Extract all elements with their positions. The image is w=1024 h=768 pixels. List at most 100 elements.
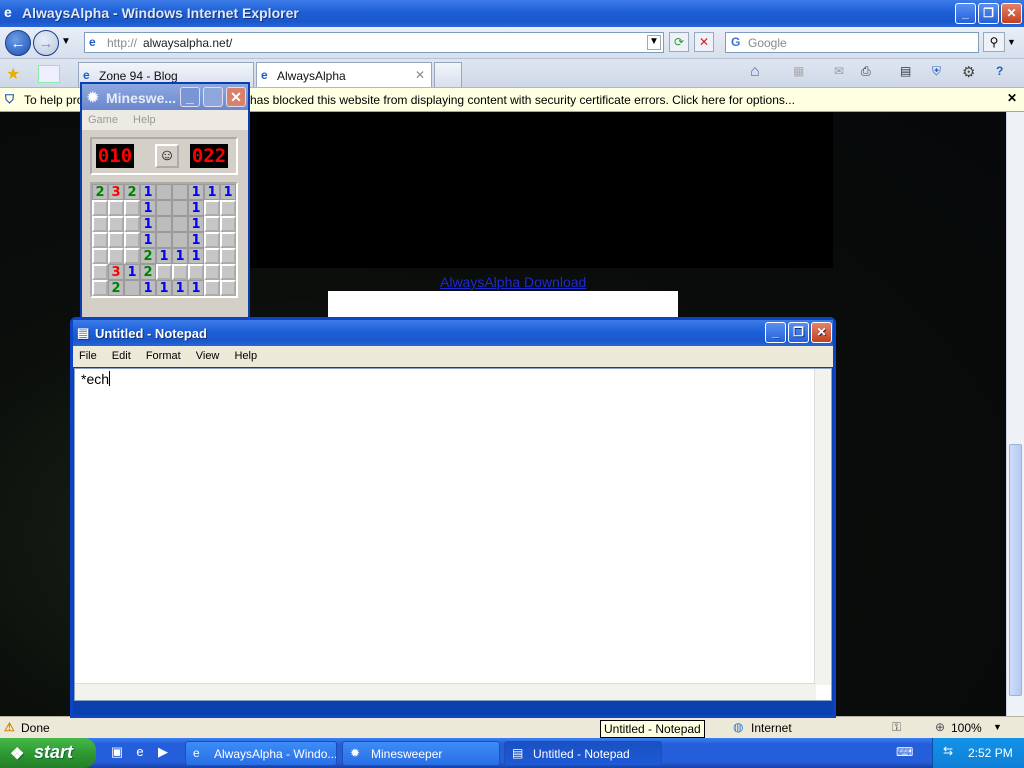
- mine-cell[interactable]: [124, 280, 140, 296]
- scrollbar-thumb[interactable]: [1009, 444, 1022, 696]
- menu-file[interactable]: File: [79, 350, 97, 362]
- help-icon[interactable]: ?: [996, 64, 1003, 78]
- close-button[interactable]: ✕: [1001, 3, 1022, 24]
- mine-cell[interactable]: 1: [140, 200, 156, 216]
- search-box[interactable]: G Google: [725, 32, 979, 53]
- mine-cell[interactable]: 2: [140, 248, 156, 264]
- mine-cell[interactable]: 3: [108, 184, 124, 200]
- mine-cell[interactable]: [188, 264, 204, 280]
- mine-cell[interactable]: [124, 216, 140, 232]
- mine-cell[interactable]: [220, 232, 236, 248]
- mine-cell[interactable]: [92, 264, 108, 280]
- mine-cell[interactable]: 1: [188, 216, 204, 232]
- mine-cell[interactable]: 1: [172, 280, 188, 296]
- mine-cell[interactable]: 1: [140, 216, 156, 232]
- mine-cell[interactable]: [156, 184, 172, 200]
- minimize-button[interactable]: _: [955, 3, 976, 24]
- mine-cell[interactable]: [124, 248, 140, 264]
- zoom-dropdown-icon[interactable]: ▼: [993, 722, 1002, 732]
- tools-gear-icon[interactable]: ⚙: [962, 63, 975, 81]
- forward-button[interactable]: →: [33, 30, 59, 56]
- mine-cell[interactable]: [204, 216, 220, 232]
- stop-button[interactable]: ✕: [694, 32, 714, 52]
- mine-cell[interactable]: [220, 248, 236, 264]
- mail-icon[interactable]: ✉: [834, 64, 844, 78]
- clock[interactable]: 2:52 PM: [968, 746, 1013, 760]
- horizontal-scrollbar[interactable]: [75, 683, 816, 700]
- menu-view[interactable]: View: [196, 350, 220, 362]
- media-player-icon[interactable]: ▶: [154, 744, 172, 762]
- mine-cell[interactable]: [220, 216, 236, 232]
- new-tab-button[interactable]: [434, 62, 462, 87]
- mine-cell[interactable]: [220, 264, 236, 280]
- mine-cell[interactable]: 1: [204, 184, 220, 200]
- search-button[interactable]: ⚲: [983, 32, 1005, 52]
- print-icon[interactable]: ⎙: [861, 64, 871, 79]
- mine-cell[interactable]: [220, 200, 236, 216]
- mine-cell[interactable]: [124, 232, 140, 248]
- minimize-button[interactable]: _: [180, 87, 200, 107]
- mine-cell[interactable]: [204, 264, 220, 280]
- mine-cell[interactable]: [108, 248, 124, 264]
- mine-cell[interactable]: [156, 232, 172, 248]
- mine-cell[interactable]: [156, 264, 172, 280]
- minesweeper-window[interactable]: ✹ Mineswe... _ ✕ Game Help 010 ☺ 022 232…: [80, 82, 250, 322]
- mine-cell[interactable]: [108, 216, 124, 232]
- page-scrollbar[interactable]: [1006, 112, 1024, 716]
- mine-cell[interactable]: 2: [92, 184, 108, 200]
- page-link[interactable]: AlwaysAlpha Download: [440, 274, 586, 290]
- mine-cell[interactable]: [92, 216, 108, 232]
- notepad-window[interactable]: ▤ Untitled - Notepad _ ❐ ✕ File Edit For…: [70, 317, 836, 718]
- protected-mode-icon[interactable]: ⚿: [892, 720, 901, 735]
- mine-cell[interactable]: 1: [172, 248, 188, 264]
- taskbar-button-minesweeper[interactable]: ✹ Minesweeper: [342, 741, 500, 766]
- feeds-icon[interactable]: ▦: [793, 64, 804, 78]
- menu-game[interactable]: Game: [88, 114, 118, 126]
- ie-quicklaunch-icon[interactable]: e: [131, 744, 149, 762]
- quick-tabs-icon[interactable]: [38, 65, 60, 83]
- notepad-text-area[interactable]: *ech: [74, 368, 832, 701]
- mine-cell[interactable]: 1: [140, 232, 156, 248]
- mine-cell[interactable]: 1: [140, 280, 156, 296]
- mine-cell[interactable]: [204, 200, 220, 216]
- mine-cell[interactable]: [108, 200, 124, 216]
- mine-cell[interactable]: 1: [188, 200, 204, 216]
- mine-cell[interactable]: 3: [108, 264, 124, 280]
- zoom-level[interactable]: 100%: [951, 721, 982, 735]
- maximize-button[interactable]: ❐: [978, 3, 999, 24]
- home-icon[interactable]: ⌂: [750, 63, 760, 81]
- mine-cell[interactable]: [108, 232, 124, 248]
- address-bar[interactable]: e http:// alwaysalpha.net/ ▼: [84, 32, 664, 53]
- mine-cell[interactable]: 1: [188, 232, 204, 248]
- mine-cell[interactable]: 1: [220, 184, 236, 200]
- minesweeper-title-bar[interactable]: ✹ Mineswe... _ ✕: [82, 84, 248, 110]
- mine-cell[interactable]: [124, 200, 140, 216]
- show-desktop-icon[interactable]: ▣: [108, 744, 126, 762]
- taskbar-button-notepad[interactable]: ▤ Untitled - Notepad: [504, 741, 662, 766]
- keyboard-icon[interactable]: ⌨: [896, 745, 913, 759]
- mine-cell[interactable]: [172, 264, 188, 280]
- notepad-title-bar[interactable]: ▤ Untitled - Notepad _ ❐ ✕: [73, 320, 833, 346]
- mine-cell[interactable]: [220, 280, 236, 296]
- refresh-button[interactable]: ⟳: [669, 32, 689, 52]
- mine-cell[interactable]: [92, 232, 108, 248]
- mine-cell[interactable]: [92, 248, 108, 264]
- mine-cell[interactable]: [172, 216, 188, 232]
- close-button[interactable]: ✕: [226, 87, 246, 107]
- network-icon[interactable]: ⇆: [943, 744, 953, 758]
- mine-cell[interactable]: [204, 232, 220, 248]
- minefield-grid[interactable]: 2321111111111211131221111: [90, 182, 238, 298]
- mine-cell[interactable]: [172, 184, 188, 200]
- page-menu-icon[interactable]: ▤: [900, 64, 911, 78]
- zoom-icon[interactable]: ⊕: [935, 720, 945, 734]
- ie-title-bar[interactable]: e AlwaysAlpha - Windows Internet Explore…: [0, 0, 1024, 27]
- mine-cell[interactable]: 1: [188, 184, 204, 200]
- mine-cell[interactable]: [204, 280, 220, 296]
- search-options-icon[interactable]: ▼: [1007, 37, 1016, 47]
- close-button[interactable]: ✕: [811, 322, 832, 343]
- safety-icon[interactable]: ⛨: [932, 64, 941, 79]
- mine-cell[interactable]: 1: [156, 280, 172, 296]
- mine-cell[interactable]: [156, 200, 172, 216]
- tab-alwaysalpha[interactable]: e AlwaysAlpha ✕: [256, 62, 432, 87]
- mine-cell[interactable]: [204, 248, 220, 264]
